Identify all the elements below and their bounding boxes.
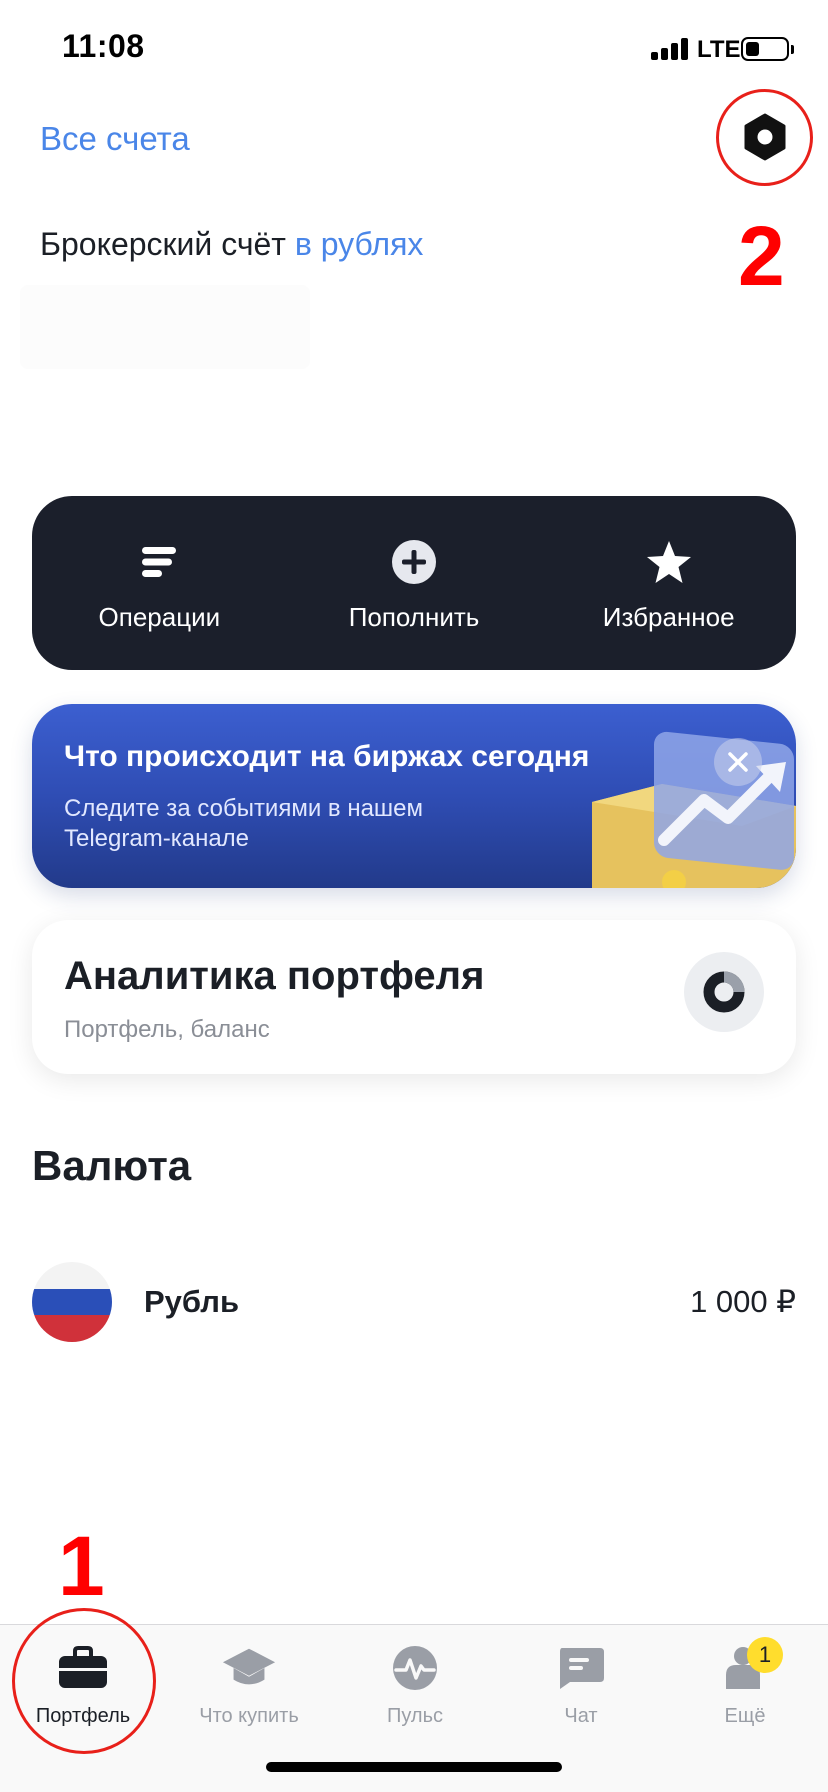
notification-badge: 1 xyxy=(747,1637,783,1673)
analytics-subtitle: Портфель, баланс xyxy=(64,1016,270,1043)
operations-label: Операции xyxy=(98,602,221,632)
tab-what-to-buy[interactable]: Что купить xyxy=(166,1625,332,1745)
annotation-circle-portfolio xyxy=(12,1608,156,1754)
promo-close-button[interactable] xyxy=(714,738,762,786)
graduation-cap-icon xyxy=(221,1643,277,1693)
battery-icon xyxy=(741,37,789,61)
status-bar: 11:08 LTE xyxy=(0,0,828,100)
donut-chart-icon xyxy=(684,952,764,1032)
top-up-label: Пополнить xyxy=(348,602,480,632)
quick-actions-card: Операции Пополнить Избранное xyxy=(32,496,796,670)
currency-row-ruble[interactable]: Рубль 1 000 ₽ xyxy=(32,1262,796,1342)
tab-label-chat: Чат xyxy=(564,1705,598,1727)
close-icon xyxy=(728,752,748,772)
all-accounts-link[interactable]: Все счета xyxy=(40,120,190,158)
portfolio-analytics-card[interactable]: Аналитика портфеля Портфель, баланс xyxy=(32,920,796,1074)
status-time: 11:08 xyxy=(62,28,145,64)
favorites-button[interactable]: Избранное xyxy=(541,496,796,670)
favorites-label: Избранное xyxy=(602,602,735,632)
russia-flag-icon xyxy=(32,1262,112,1342)
operations-button[interactable]: Операции xyxy=(32,496,287,670)
promo-banner[interactable]: Что происходит на биржах сегодня Следите… xyxy=(32,704,796,888)
battery-tip xyxy=(791,45,794,54)
operations-icon xyxy=(135,538,183,586)
top-up-button[interactable]: Пополнить xyxy=(287,496,542,670)
tab-label-what-to-buy: Что купить xyxy=(199,1705,299,1727)
pulse-icon xyxy=(387,1643,443,1693)
analytics-title: Аналитика портфеля xyxy=(64,954,485,998)
account-type: Брокерский счёт xyxy=(40,226,286,262)
tab-label-more: Ещё xyxy=(724,1705,766,1727)
tab-chat[interactable]: Чат xyxy=(498,1625,664,1745)
star-icon xyxy=(645,538,693,586)
promo-text: Следите за событиями в нашем Telegram-ка… xyxy=(64,795,424,852)
annotation-number-2: 2 xyxy=(738,209,785,303)
annotation-number-1: 1 xyxy=(58,1519,105,1613)
annotation-circle-settings xyxy=(716,89,813,186)
currency-value: 1 000 ₽ xyxy=(690,1284,796,1319)
account-currency: в рублях xyxy=(294,226,424,262)
more-icon: 1 xyxy=(717,1637,783,1693)
promo-title: Что происходит на биржах сегодня xyxy=(64,740,590,773)
tab-label-pulse: Пульс xyxy=(386,1705,444,1727)
tab-more[interactable]: 1 Ещё xyxy=(662,1625,828,1745)
tab-pulse[interactable]: Пульс xyxy=(332,1625,498,1745)
account-title[interactable]: Брокерский счёт в рублях xyxy=(40,226,423,263)
chat-icon xyxy=(553,1643,609,1693)
plus-circle-icon xyxy=(390,538,438,586)
home-indicator xyxy=(266,1762,562,1772)
currency-section-title: Валюта xyxy=(32,1142,192,1189)
currency-name: Рубль xyxy=(144,1284,240,1319)
promo-chart-illustration xyxy=(592,722,796,888)
signal-icon xyxy=(651,36,691,60)
network-label: LTE xyxy=(697,36,741,63)
balance-placeholder xyxy=(20,285,310,369)
